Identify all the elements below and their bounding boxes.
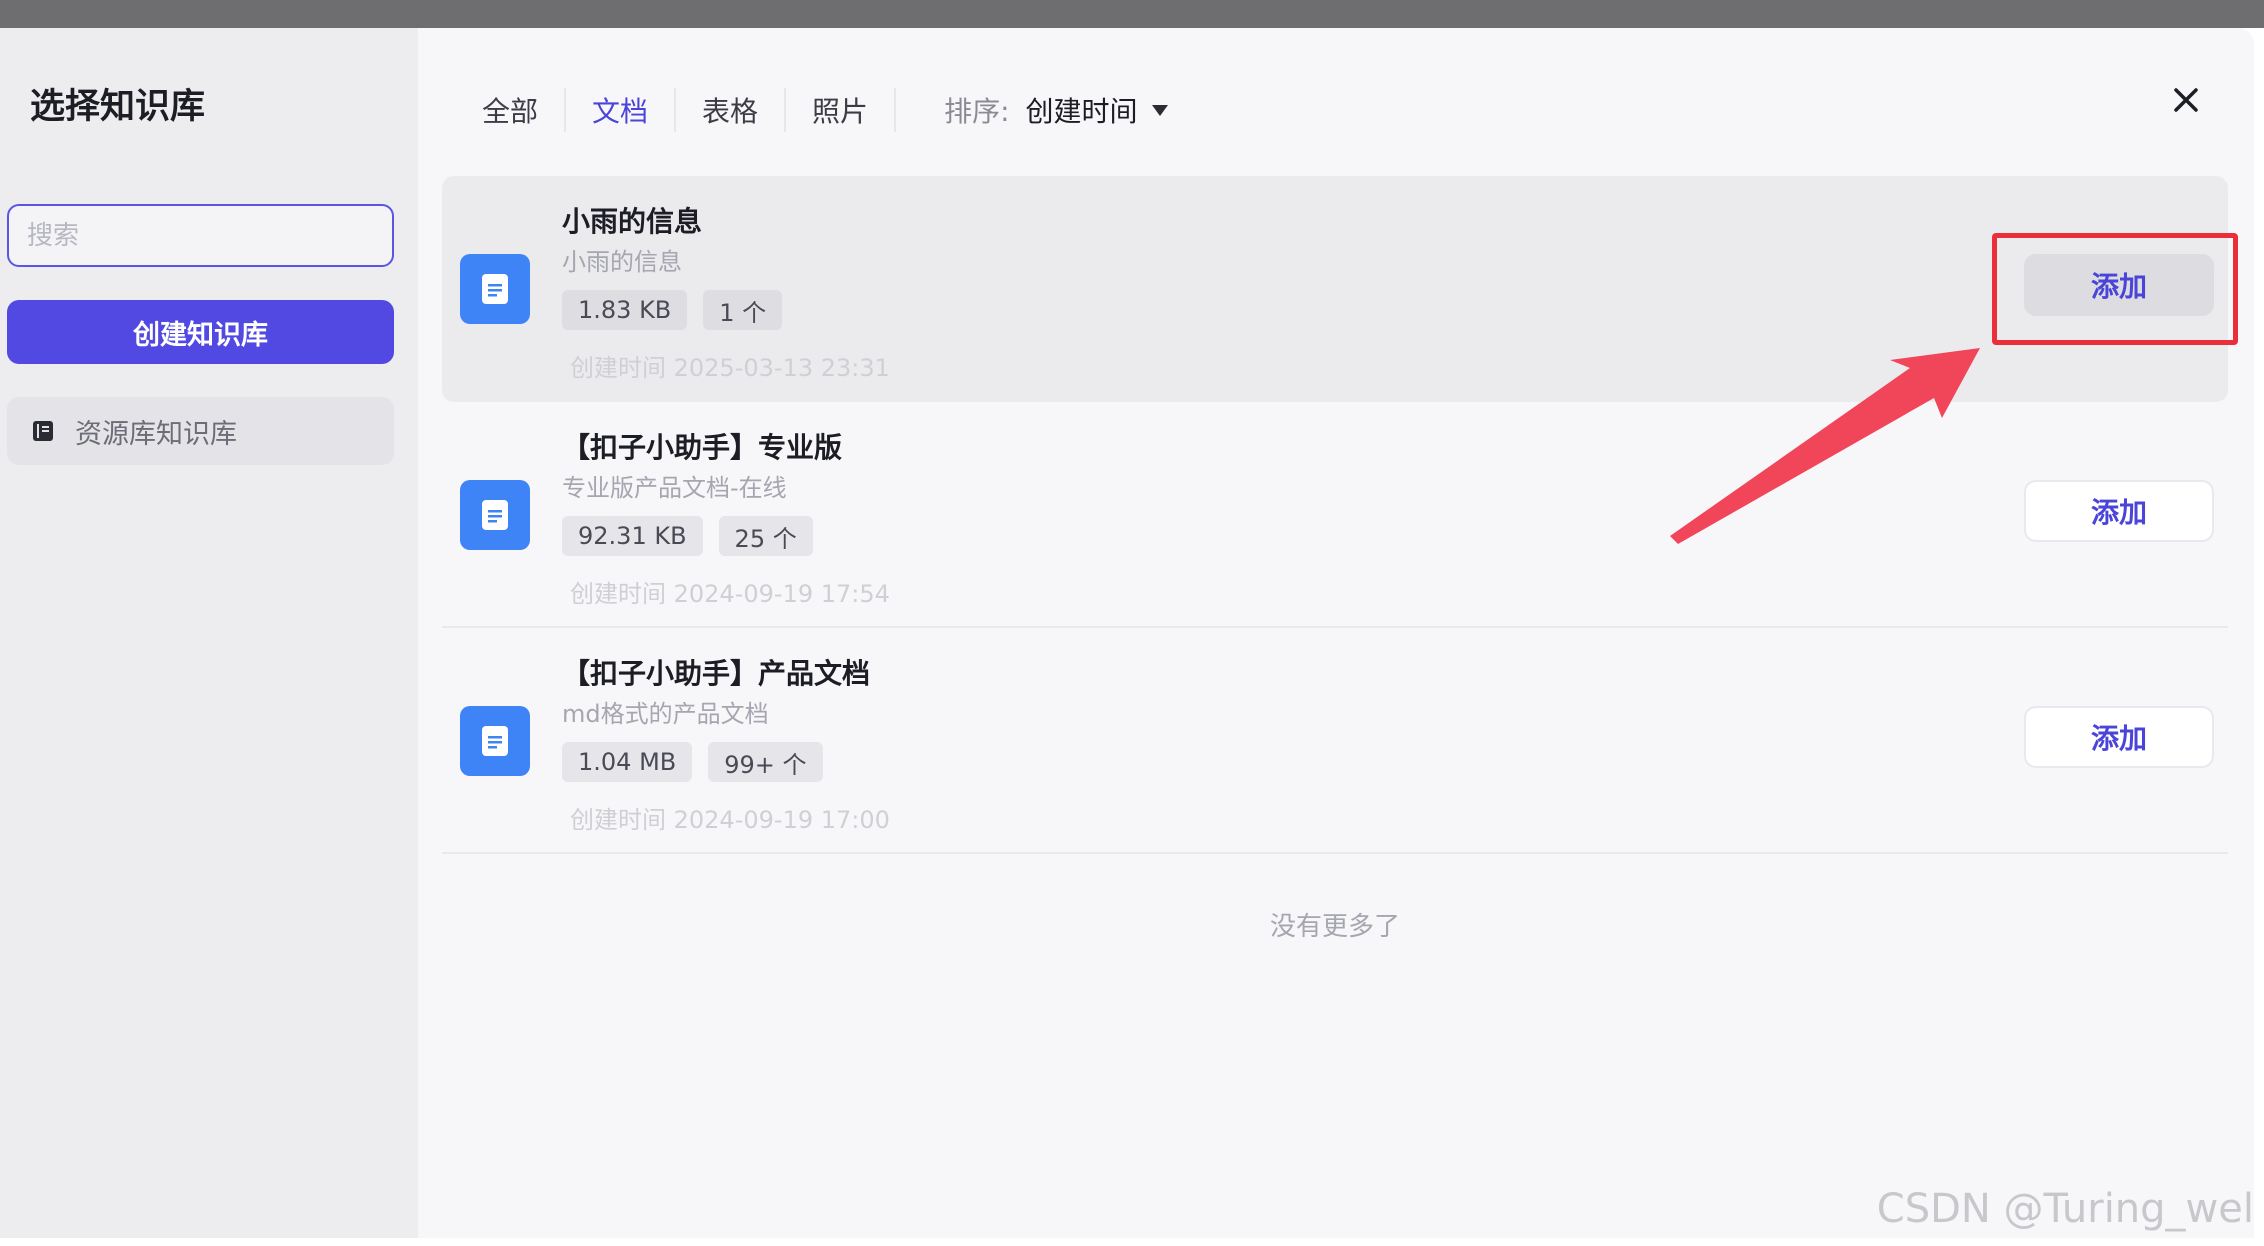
document-icon [460,254,530,324]
sidebar-item-resource-kb[interactable]: 资源库知识库 [7,397,394,465]
annotation-highlight-box [1992,233,2238,345]
sidebar: 选择知识库 创建知识库 资源库知识库 [0,28,418,1238]
sidebar-item-label: 资源库知识库 [75,418,237,450]
size-badge: 92.31 KB [562,516,703,556]
book-icon [31,419,55,443]
create-knowledge-base-button[interactable]: 创建知识库 [7,300,394,364]
item-meta: 92.31 KB 25 个 [562,516,829,556]
document-icon [460,480,530,550]
count-badge: 1 个 [703,290,783,330]
item-description: md格式的产品文档 [562,700,769,728]
item-created-time: 创建时间 2024-09-19 17:00 [570,806,890,834]
document-icon [460,706,530,776]
item-description: 专业版产品文档-在线 [562,474,787,502]
search-box[interactable] [7,204,394,267]
item-title: 【扣子小助手】产品文档 [562,657,871,690]
window-top-bar [0,0,2264,28]
add-button[interactable]: 添加 [2024,706,2214,768]
main-panel: 全部 文档 表格 照片 排序: 创建时间 小雨的信息 小雨的信息 1.83 KB… [418,28,2254,1238]
item-meta: 1.04 MB 99+ 个 [562,742,839,782]
size-badge: 1.04 MB [562,742,693,782]
watermark: CSDN @Turing_wel [1876,1186,2254,1232]
size-badge: 1.83 KB [562,290,688,330]
list-item[interactable]: 【扣子小助手】产品文档 md格式的产品文档 1.04 MB 99+ 个 创建时间… [442,628,2228,854]
annotation-arrow-icon [1670,348,1980,544]
select-knowledge-base-dialog: 选择知识库 创建知识库 资源库知识库 全部 文档 表格 照片 排序: [0,28,2254,1238]
caret-down-icon [1151,104,1168,116]
item-title: 小雨的信息 [562,205,703,238]
dialog-title: 选择知识库 [30,87,206,127]
item-created-time: 创建时间 2025-03-13 23:31 [570,354,890,382]
item-title: 【扣子小助手】专业版 [562,431,843,464]
search-input[interactable] [27,220,392,251]
sort-label: 排序: [944,95,1010,128]
count-badge: 25 个 [718,516,813,556]
add-button[interactable]: 添加 [2024,480,2214,542]
sort-value: 创建时间 [1025,95,1138,128]
sort-dropdown[interactable]: 排序: 创建时间 [944,88,1168,132]
item-description: 小雨的信息 [562,248,682,276]
item-created-time: 创建时间 2024-09-19 17:54 [570,580,890,608]
no-more-text: 没有更多了 [1269,912,1400,942]
item-meta: 1.83 KB 1 个 [562,290,798,330]
tab-all[interactable]: 全部 [482,88,567,132]
close-button[interactable] [2166,80,2206,120]
tab-documents[interactable]: 文档 [566,88,677,132]
tab-tables[interactable]: 表格 [676,88,787,132]
tab-photos[interactable]: 照片 [786,88,897,132]
close-icon [2174,88,2198,112]
filter-tabs: 全部 文档 表格 照片 排序: 创建时间 [482,88,1168,132]
count-badge: 99+ 个 [708,742,823,782]
